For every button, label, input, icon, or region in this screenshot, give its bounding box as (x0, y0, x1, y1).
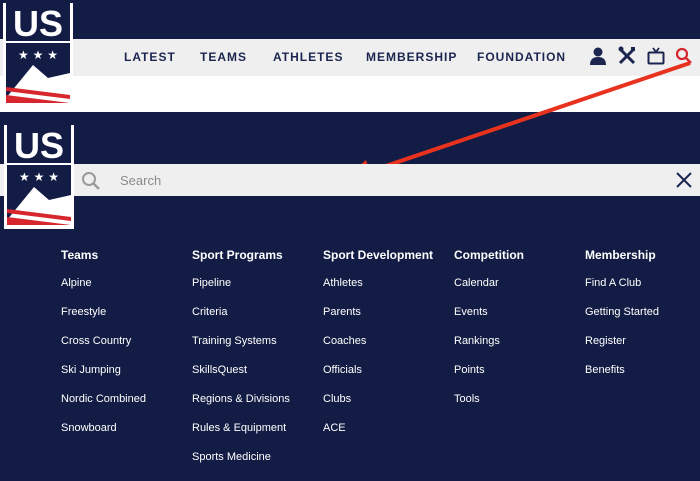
menu-item[interactable]: Training Systems (192, 334, 322, 363)
menu-item[interactable]: Tools (454, 392, 584, 421)
menu-column-title: Teams (61, 248, 99, 262)
nav-link-foundation[interactable]: FOUNDATION (477, 50, 566, 64)
close-icon[interactable] (675, 171, 693, 189)
page-content-strip (0, 76, 700, 112)
menu-column-title: Membership (585, 248, 656, 262)
us-ski-logo[interactable]: US ★ ★ ★ (3, 3, 73, 107)
menu-item[interactable]: Freestyle (61, 305, 191, 334)
menu-item[interactable]: Regions & Divisions (192, 392, 322, 421)
menu-item[interactable]: Register (585, 334, 700, 363)
tools-icon[interactable] (618, 46, 636, 66)
menu-item[interactable]: SkillsQuest (192, 363, 322, 392)
svg-text:US: US (14, 125, 64, 166)
svg-text:★ ★ ★: ★ ★ ★ (18, 48, 58, 62)
top-header-band (0, 0, 700, 39)
menu-item[interactable]: Snowboard (61, 421, 191, 450)
menu-item[interactable]: Getting Started (585, 305, 700, 334)
menu-item[interactable]: Rankings (454, 334, 584, 363)
menu-item[interactable]: Criteria (192, 305, 322, 334)
user-icon[interactable] (589, 46, 607, 66)
menu-column-competition: Competition Calendar Events Rankings Poi… (454, 248, 584, 421)
menu-item[interactable]: Officials (323, 363, 453, 392)
menu-column-sport-programs: Sport Programs Pipeline Criteria Trainin… (192, 248, 322, 479)
search-icon[interactable] (675, 46, 693, 66)
menu-item[interactable]: Rules & Equipment (192, 421, 322, 450)
us-ski-logo[interactable]: US ★ ★ ★ (4, 125, 74, 229)
nav-link-latest[interactable]: LATEST (124, 50, 176, 64)
nav-link-teams[interactable]: TEAMS (200, 50, 247, 64)
menu-item[interactable]: Pipeline (192, 276, 322, 305)
nav-link-athletes[interactable]: ATHLETES (273, 50, 343, 64)
menu-item[interactable]: ACE (323, 421, 453, 450)
svg-text:★ ★ ★: ★ ★ ★ (19, 170, 59, 184)
tv-icon[interactable] (647, 46, 665, 66)
menu-column-membership: Membership Find A Club Getting Started R… (585, 248, 700, 392)
menu-item[interactable]: Parents (323, 305, 453, 334)
menu-item[interactable]: Coaches (323, 334, 453, 363)
menu-item[interactable]: Athletes (323, 276, 453, 305)
menu-column-title: Competition (454, 248, 524, 262)
menu-item[interactable]: Alpine (61, 276, 191, 305)
menu-column-teams: Teams Alpine Freestyle Cross Country Ski… (61, 248, 191, 450)
search-input[interactable] (116, 169, 656, 191)
menu-item[interactable]: Events (454, 305, 584, 334)
menu-item[interactable]: Calendar (454, 276, 584, 305)
menu-item[interactable]: Cross Country (61, 334, 191, 363)
search-icon (82, 172, 100, 190)
menu-column-sport-development: Sport Development Athletes Parents Coach… (323, 248, 453, 450)
menu-item[interactable]: Clubs (323, 392, 453, 421)
menu-item[interactable]: Ski Jumping (61, 363, 191, 392)
menu-column-title: Sport Programs (192, 248, 283, 262)
menu-item[interactable]: Benefits (585, 363, 700, 392)
menu-item[interactable]: Find A Club (585, 276, 700, 305)
svg-text:US: US (13, 3, 63, 44)
nav-link-membership[interactable]: MEMBERSHIP (366, 50, 457, 64)
menu-column-title: Sport Development (323, 248, 434, 262)
menu-item[interactable]: Sports Medicine (192, 450, 322, 479)
menu-item[interactable]: Points (454, 363, 584, 392)
menu-item[interactable]: Nordic Combined (61, 392, 191, 421)
